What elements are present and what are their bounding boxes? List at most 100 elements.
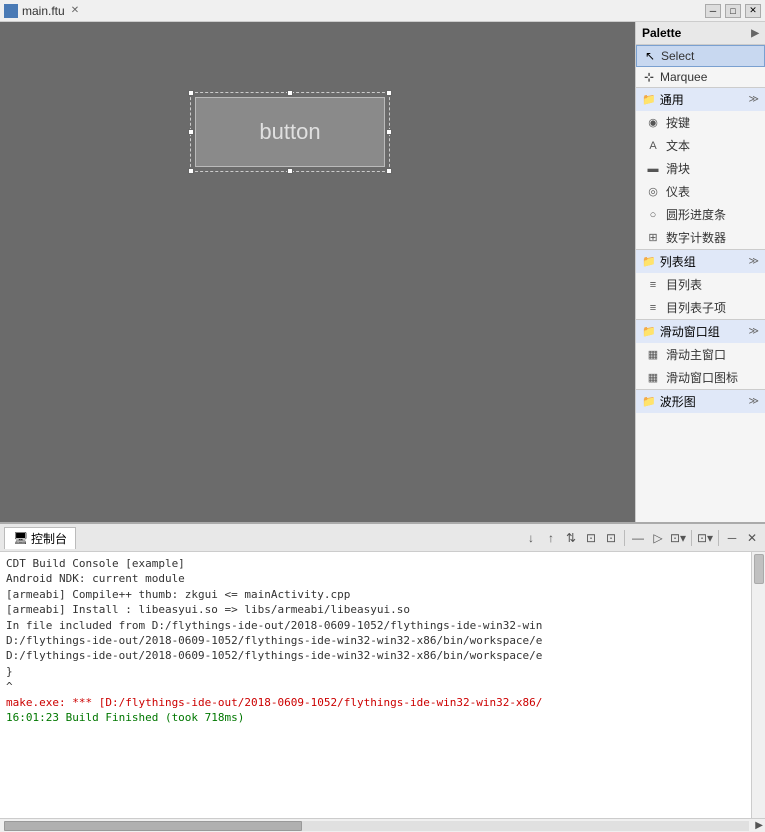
- handle-top-right[interactable]: [386, 90, 392, 96]
- palette-item-gauge[interactable]: ◎ 仪表: [636, 180, 765, 203]
- scroll-section-label: 滑动窗口组: [660, 323, 720, 340]
- palette-title: Palette: [642, 26, 681, 40]
- waveform-expand-icon[interactable]: ≫: [749, 396, 759, 407]
- palette-item-text[interactable]: A 文本: [636, 134, 765, 157]
- palette-section-list-header[interactable]: 📁 列表组 ≫: [636, 250, 765, 273]
- palette-section-scroll-left: 📁 滑动窗口组: [642, 323, 720, 340]
- general-folder-icon: 📁: [642, 93, 656, 106]
- palette-item-button[interactable]: ◉ 按键: [636, 111, 765, 134]
- handle-mid-right[interactable]: [386, 129, 392, 135]
- list-label: 目列表: [666, 276, 702, 293]
- list-folder-icon: 📁: [642, 255, 656, 268]
- list-expand-icon[interactable]: ≫: [749, 256, 759, 267]
- palette-header: Palette ▶: [636, 22, 765, 45]
- palette-panel: Palette ▶ ↖ Select ⊹ Marquee 📁 通用: [635, 22, 765, 522]
- palette-tool-marquee[interactable]: ⊹ Marquee: [636, 67, 765, 87]
- console-close-console-btn[interactable]: ✕: [743, 529, 761, 547]
- console-line-8: make.exe: *** [D:/flythings-ide-out/2018…: [6, 695, 759, 710]
- console-minimize-btn[interactable]: ─: [723, 529, 741, 547]
- palette-item-list-item[interactable]: ≡ 目列表子项: [636, 296, 765, 319]
- console-tab-label: 控制台: [31, 530, 67, 547]
- canvas-area[interactable]: button: [0, 22, 635, 522]
- canvas-widget[interactable]: button: [190, 92, 390, 172]
- palette-item-list[interactable]: ≡ 目列表: [636, 273, 765, 296]
- palette-section-general-header[interactable]: 📁 通用 ≫: [636, 88, 765, 111]
- tab-close-button[interactable]: ✕: [69, 5, 81, 16]
- window-controls: ─ □ ✕: [705, 4, 761, 18]
- console-tab[interactable]: 🖥 控制台: [4, 527, 76, 549]
- handle-bottom-right[interactable]: [386, 168, 392, 174]
- console-copy-btn[interactable]: ⊡: [602, 529, 620, 547]
- console-line-5: D:/flythings-ide-out/2018-0609-1052/flyt…: [6, 648, 759, 663]
- console-line-7: ^: [6, 679, 759, 694]
- text-label: 文本: [666, 137, 690, 154]
- top-area: button Palette ▶ ↖ Select ⊹ Marquee: [0, 22, 765, 522]
- console-line-0: Android NDK: current module: [6, 571, 759, 586]
- console-toolbar: 🖥 控制台 ↓ ↑ ⇅ ⊡ ⊡ — ▷ ⊡▾ ⊡▾ ─ ✕: [0, 524, 765, 552]
- palette-item-slider[interactable]: ▬ 滑块: [636, 157, 765, 180]
- waveform-section-label: 波形图: [660, 393, 696, 410]
- console-header-line: CDT Build Console [example]: [6, 556, 759, 571]
- minimize-button[interactable]: ─: [705, 4, 721, 18]
- palette-section-scroll: 📁 滑动窗口组 ≫ ▦ 滑动主窗口 ▦ 滑动窗口图标: [636, 319, 765, 389]
- general-expand-icon[interactable]: ≫: [749, 94, 759, 105]
- select-label: Select: [661, 49, 694, 63]
- gauge-label: 仪表: [666, 183, 690, 200]
- close-button[interactable]: ✕: [745, 4, 761, 18]
- gauge-icon: ◎: [646, 185, 660, 199]
- console-clear-btn[interactable]: —: [629, 529, 647, 547]
- handle-bottom-left[interactable]: [188, 168, 194, 174]
- waveform-folder-icon: 📁: [642, 395, 656, 408]
- console-separator-1: [624, 530, 625, 546]
- console-line-3: In file included from D:/flythings-ide-o…: [6, 618, 759, 633]
- console-up-btn[interactable]: ↑: [542, 529, 560, 547]
- console-line-2: [armeabi] Install : libeasyui.so => libs…: [6, 602, 759, 617]
- main-layout: button Palette ▶ ↖ Select ⊹ Marquee: [0, 22, 765, 832]
- palette-item-circular-progress[interactable]: ○ 圆形进度条: [636, 203, 765, 226]
- scroll-folder-icon: 📁: [642, 325, 656, 338]
- console-hscroll-right-btn[interactable]: ▶: [753, 820, 765, 831]
- maximize-button[interactable]: □: [725, 4, 741, 18]
- scroll-expand-icon[interactable]: ≫: [749, 326, 759, 337]
- palette-item-counter[interactable]: ⊞ 数字计数器: [636, 226, 765, 249]
- palette-tool-select[interactable]: ↖ Select: [636, 45, 765, 67]
- console-hscroll-track[interactable]: [4, 821, 749, 831]
- console-sort-btn[interactable]: ⇅: [562, 529, 580, 547]
- palette-section-general-left: 📁 通用: [642, 91, 684, 108]
- circular-progress-label: 圆形进度条: [666, 206, 726, 223]
- console-hscroll[interactable]: ▶: [0, 818, 765, 832]
- console-tab-icon: 🖥: [13, 531, 27, 545]
- palette-expand-icon[interactable]: ▶: [751, 28, 759, 39]
- palette-section-scroll-header[interactable]: 📁 滑动窗口组 ≫: [636, 320, 765, 343]
- console-wrap-btn[interactable]: ⊡: [582, 529, 600, 547]
- console-hscroll-thumb[interactable]: [4, 821, 302, 831]
- button-icon: ◉: [646, 116, 660, 130]
- console-scrollbar-thumb[interactable]: [754, 554, 764, 584]
- handle-top-left[interactable]: [188, 90, 194, 96]
- console-pin-btn[interactable]: ⊡▾: [696, 529, 714, 547]
- palette-section-waveform-left: 📁 波形图: [642, 393, 696, 410]
- handle-top-mid[interactable]: [287, 90, 293, 96]
- console-separator-3: [718, 530, 719, 546]
- console-down-btn[interactable]: ↓: [522, 529, 540, 547]
- console-line-6: }: [6, 664, 759, 679]
- handle-bottom-mid[interactable]: [287, 168, 293, 174]
- console-separator-2: [691, 530, 692, 546]
- list-icon: ≡: [646, 278, 660, 292]
- slider-label: 滑块: [666, 160, 690, 177]
- slider-icon: ▬: [646, 162, 660, 176]
- palette-section-waveform-header[interactable]: 📁 波形图 ≫: [636, 390, 765, 413]
- handle-mid-left[interactable]: [188, 129, 194, 135]
- scroll-window-label: 滑动主窗口: [666, 346, 726, 363]
- console-content[interactable]: CDT Build Console [example] Android NDK:…: [0, 552, 765, 818]
- palette-item-scroll-window[interactable]: ▦ 滑动主窗口: [636, 343, 765, 366]
- console-scrollbar[interactable]: [751, 552, 765, 818]
- palette-section-general: 📁 通用 ≫ ◉ 按键 A 文本 ▬ 滑块 ◎: [636, 87, 765, 249]
- console-line-4: D:/flythings-ide-out/2018-0609-1052/flyt…: [6, 633, 759, 648]
- console-line-1: [armeabi] Compile++ thumb: zkgui <= main…: [6, 587, 759, 602]
- title-bar-title: main.ftu: [22, 4, 65, 18]
- marquee-label: Marquee: [660, 70, 707, 84]
- console-dropdown-btn[interactable]: ⊡▾: [669, 529, 687, 547]
- palette-item-scroll-icon[interactable]: ▦ 滑动窗口图标: [636, 366, 765, 389]
- console-run-btn[interactable]: ▷: [649, 529, 667, 547]
